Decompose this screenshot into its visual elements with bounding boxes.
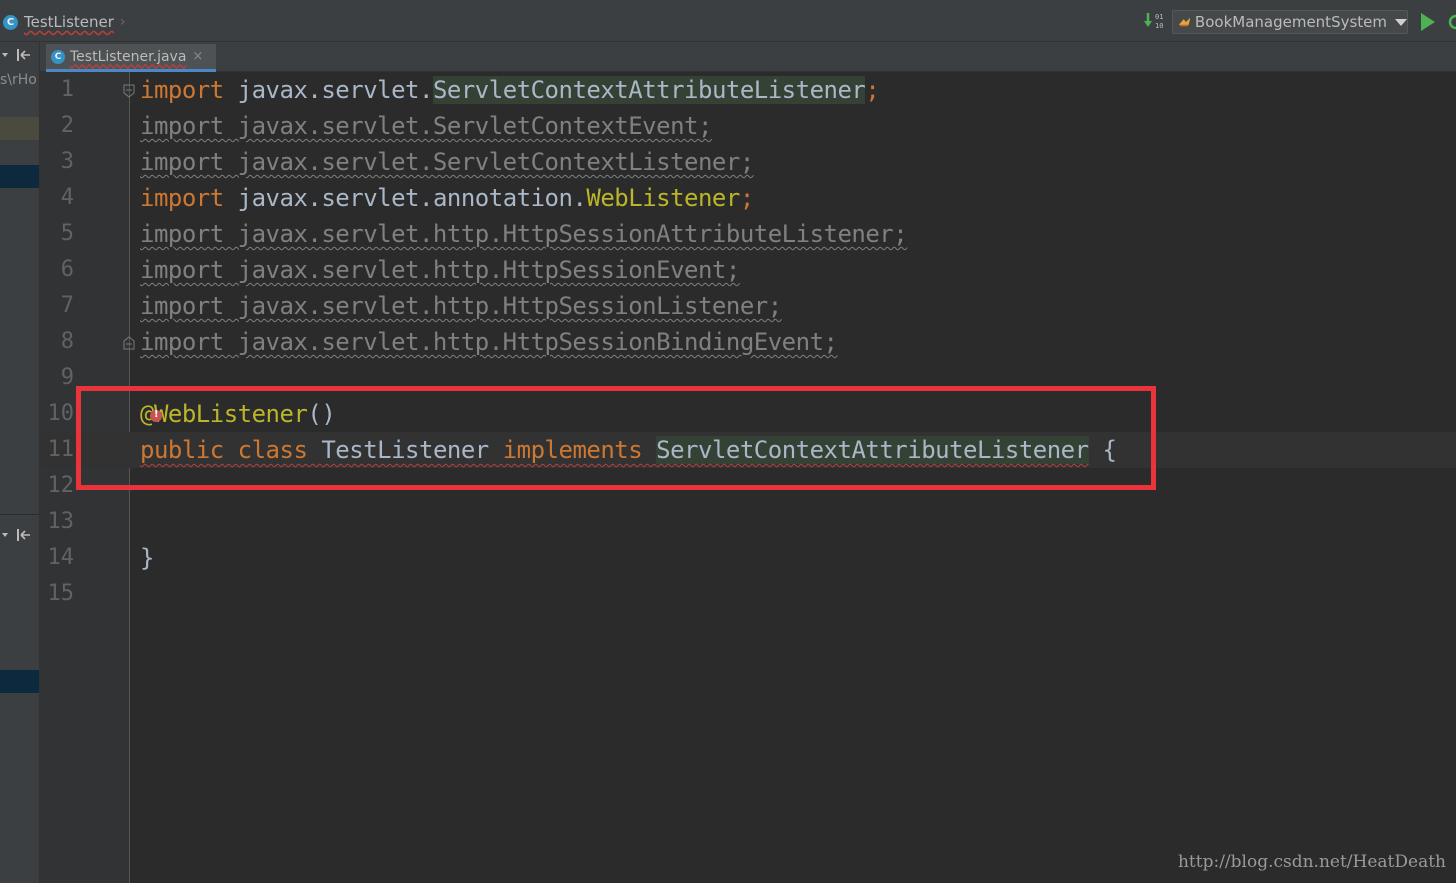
line-number: 4 bbox=[60, 185, 74, 210]
line-number: 6 bbox=[60, 257, 74, 282]
line-number: 3 bbox=[60, 149, 74, 174]
line-number: 7 bbox=[60, 293, 74, 318]
line-number: 5 bbox=[60, 221, 74, 246]
editor-tab-bar: C TestListener.java × bbox=[40, 42, 1456, 72]
class-icon: C bbox=[3, 14, 18, 30]
chevron-right-icon: › bbox=[119, 14, 126, 30]
project-path: s\rHo bbox=[0, 72, 37, 88]
chevron-down-icon bbox=[1395, 18, 1407, 26]
keyword: import bbox=[140, 184, 224, 212]
line-number: 12 bbox=[47, 473, 75, 498]
highlight-box bbox=[76, 386, 1156, 490]
code-line-3[interactable]: import javax.servlet.ServletContextListe… bbox=[140, 144, 754, 180]
svg-text:10: 10 bbox=[1155, 22, 1163, 30]
class-icon: C bbox=[51, 49, 65, 64]
code-line-5[interactable]: import javax.servlet.http.HttpSessionAtt… bbox=[140, 216, 908, 252]
import-class-name: ServletContextAttributeListener bbox=[432, 76, 866, 104]
breadcrumb[interactable]: C TestListener › bbox=[3, 12, 126, 32]
chevron-down-icon[interactable] bbox=[2, 533, 8, 537]
project-tool-window: s\rHo bbox=[0, 42, 40, 883]
code-line-8[interactable]: import javax.servlet.http.HttpSessionBin… bbox=[140, 324, 838, 360]
fold-collapse-icon[interactable] bbox=[123, 84, 135, 98]
tomcat-icon bbox=[1178, 17, 1191, 27]
tab-label: TestListener.java bbox=[70, 48, 187, 65]
run-icon[interactable] bbox=[1421, 13, 1435, 31]
tree-row-highlight[interactable] bbox=[0, 117, 39, 140]
line-number: 11 bbox=[47, 437, 75, 462]
line-number: 14 bbox=[47, 545, 75, 570]
tab-testlistener-java[interactable]: C TestListener.java × bbox=[46, 44, 216, 72]
code-line-6[interactable]: import javax.servlet.http.HttpSessionEve… bbox=[140, 252, 740, 288]
code-line-4[interactable]: import javax.servlet.annotation.WebListe… bbox=[140, 180, 754, 216]
semicolon: ; bbox=[739, 184, 754, 212]
code-line-14[interactable]: } bbox=[140, 540, 154, 576]
watermark: http://blog.csdn.net/HeatDeath bbox=[1177, 852, 1446, 872]
close-icon[interactable]: × bbox=[192, 49, 203, 64]
panel-toolbar bbox=[0, 44, 39, 66]
code-line-7[interactable]: import javax.servlet.http.HttpSessionLis… bbox=[140, 288, 782, 324]
keyword: import bbox=[140, 76, 224, 104]
fold-end-icon[interactable] bbox=[123, 336, 135, 350]
import-class-name: WebListener bbox=[586, 184, 740, 212]
code-line-1[interactable]: import javax.servlet.ServletContextAttri… bbox=[140, 72, 880, 108]
navigation-bar: C TestListener › 01 10 BookManagementSys… bbox=[0, 0, 1456, 42]
package-name: javax.servlet. bbox=[237, 76, 434, 104]
svg-text:01: 01 bbox=[1155, 13, 1163, 21]
chevron-down-icon[interactable] bbox=[2, 53, 8, 57]
line-number: 9 bbox=[60, 365, 74, 390]
breadcrumb-label[interactable]: TestListener bbox=[24, 13, 114, 31]
line-number: 13 bbox=[47, 509, 75, 534]
line-number: 8 bbox=[60, 329, 74, 354]
panel-divider[interactable] bbox=[0, 514, 39, 515]
semicolon: ; bbox=[865, 76, 880, 104]
line-number: 10 bbox=[47, 401, 75, 426]
run-configuration-label: BookManagementSystem bbox=[1194, 13, 1387, 31]
tree-row-selected[interactable] bbox=[0, 670, 39, 693]
code-line-2[interactable]: import javax.servlet.ServletContextEvent… bbox=[140, 108, 712, 144]
collapse-icon[interactable] bbox=[16, 528, 32, 542]
panel-toolbar-2 bbox=[0, 524, 39, 546]
line-number: 2 bbox=[60, 113, 74, 138]
debug-icon[interactable] bbox=[1447, 13, 1456, 31]
package-name: javax.servlet.annotation. bbox=[237, 184, 587, 212]
collapse-icon[interactable] bbox=[16, 48, 32, 62]
vcs-update-icon[interactable]: 01 10 bbox=[1143, 11, 1165, 31]
line-number: 1 bbox=[60, 77, 74, 102]
tree-row-selected[interactable] bbox=[0, 165, 39, 188]
run-configuration-select[interactable]: BookManagementSystem bbox=[1172, 10, 1408, 34]
line-number: 15 bbox=[47, 581, 75, 606]
